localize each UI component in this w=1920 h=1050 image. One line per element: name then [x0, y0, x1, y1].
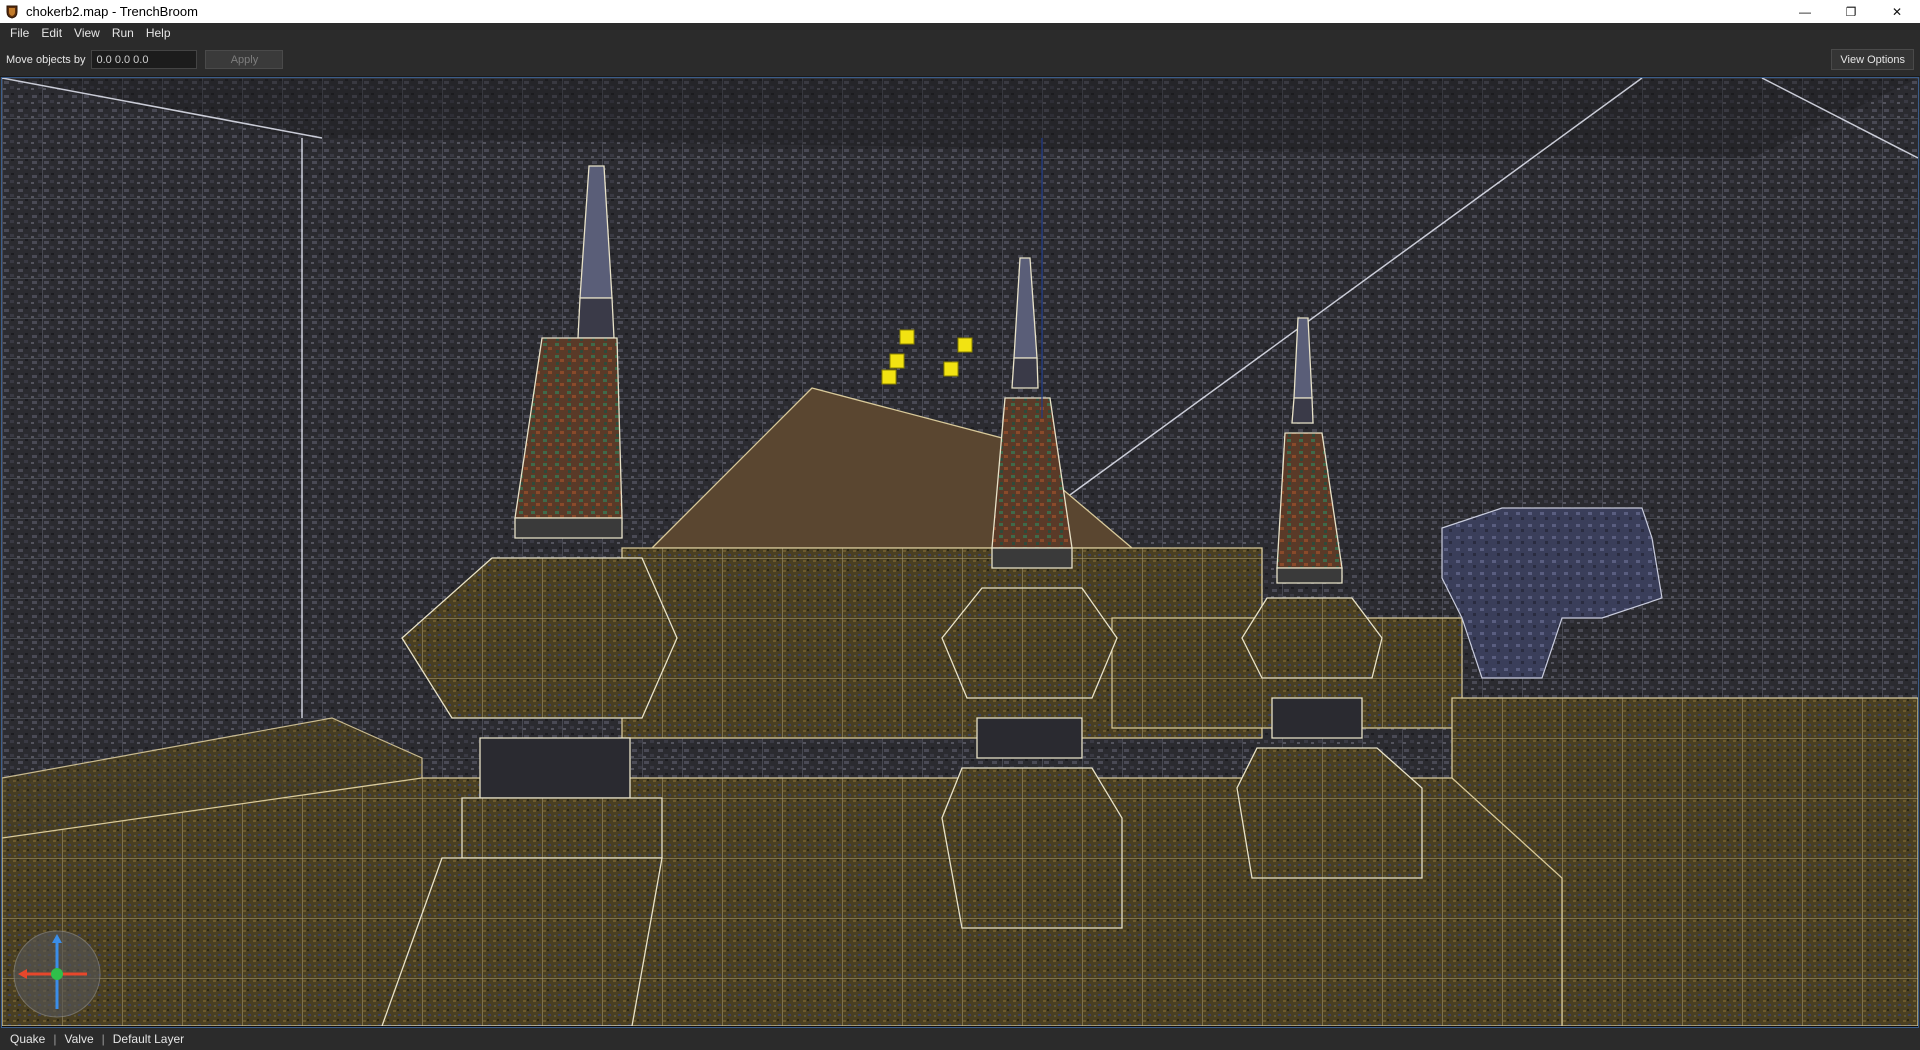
- minimize-button[interactable]: —: [1782, 0, 1828, 23]
- toolbar: Move objects by Apply View Options: [0, 43, 1920, 77]
- view-options-button[interactable]: View Options: [1831, 49, 1914, 70]
- menu-edit[interactable]: Edit: [35, 24, 68, 42]
- move-objects-input[interactable]: [91, 50, 198, 69]
- window-title: chokerb2.map - TrenchBroom: [26, 4, 198, 19]
- trenchbroom-shield-icon: [4, 4, 20, 20]
- app-window: chokerb2.map - TrenchBroom — ❐ ✕ File Ed…: [0, 0, 1920, 1050]
- status-separator: |: [53, 1032, 57, 1046]
- move-objects-label: Move objects by: [6, 53, 86, 66]
- 3d-viewport[interactable]: [1, 77, 1919, 1028]
- apply-button[interactable]: Apply: [205, 50, 284, 69]
- status-game: Quake: [10, 1032, 46, 1046]
- menu-run[interactable]: Run: [106, 24, 140, 42]
- restore-button[interactable]: ❐: [1828, 0, 1874, 23]
- close-button[interactable]: ✕: [1874, 0, 1920, 23]
- status-map-format: Valve: [64, 1032, 94, 1046]
- menu-file[interactable]: File: [4, 24, 35, 42]
- viewport-scene: [2, 78, 1918, 1026]
- axis-orientation-gizmo-icon: [12, 929, 102, 1019]
- menu-help[interactable]: Help: [140, 24, 177, 42]
- status-separator: |: [101, 1032, 105, 1046]
- status-layer[interactable]: Default Layer: [113, 1032, 184, 1046]
- menu-bar: File Edit View Run Help: [0, 23, 1920, 43]
- status-bar: Quake | Valve | Default Layer: [0, 1028, 1920, 1050]
- window-controls: — ❐ ✕: [1782, 0, 1920, 23]
- menu-view[interactable]: View: [68, 24, 106, 42]
- title-bar: chokerb2.map - TrenchBroom — ❐ ✕: [0, 0, 1920, 23]
